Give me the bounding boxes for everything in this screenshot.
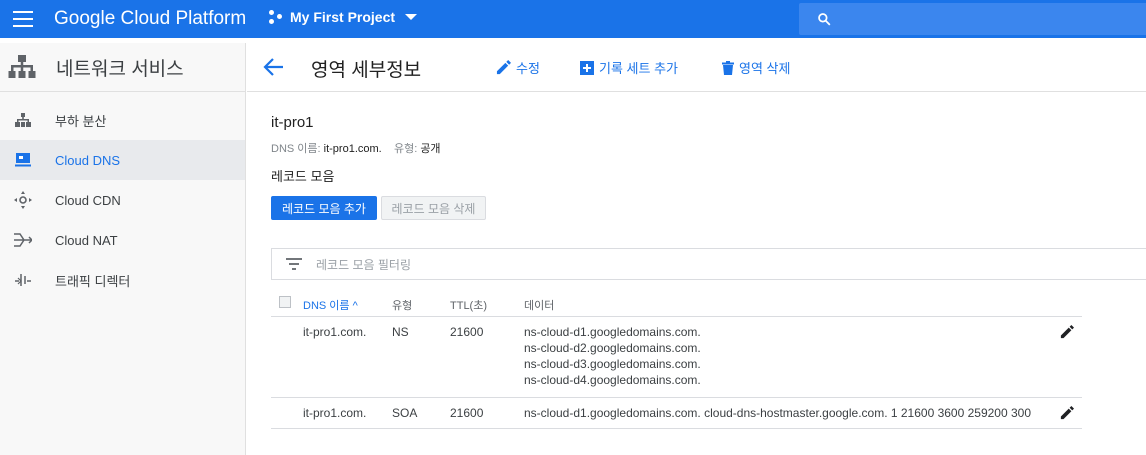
zone-name: it-pro1 [271, 114, 314, 131]
sort-ascending-icon: ^ [352, 300, 358, 312]
project-name: My First Project [290, 9, 396, 25]
add-record-set-button[interactable]: 기록 세트 추가 [580, 58, 678, 77]
sidebar: 네트워크 서비스 부하 분산 Cloud DNS Cloud CDN Cloud… [0, 43, 246, 455]
search-input[interactable] [799, 3, 1146, 35]
filter-icon [286, 258, 302, 270]
delete-record-set-button: 레코드 모음 삭제 [381, 196, 486, 220]
column-dns-name-label: DNS 이름 [303, 300, 350, 312]
zone-type-value: 공개 [420, 143, 441, 155]
column-data: 데이터 [524, 300, 555, 312]
project-icon [268, 9, 284, 25]
table-row: it-pro1.com. NS 21600 ns-cloud-d1.google… [271, 317, 1082, 398]
zone-meta: DNS 이름: it-pro1.com. 유형: 공개 [271, 140, 441, 156]
project-picker[interactable]: My First Project [268, 9, 418, 25]
zone-type-label: 유형: [393, 143, 418, 155]
record-sets-title: 레코드 모음 [271, 169, 335, 184]
cloud-nat-icon [14, 231, 32, 249]
dns-name-label: DNS 이름: [271, 143, 321, 155]
top-app-bar: Google Cloud Platform My First Project [0, 0, 1146, 38]
sidebar-header: 네트워크 서비스 [0, 43, 245, 92]
page-header: 영역 세부정보 수정 기록 세트 추가 영역 삭제 [247, 43, 1146, 92]
column-ttl: TTL(초) [450, 300, 488, 312]
column-type: 유형 [392, 300, 413, 312]
filter-placeholder: 레코드 모음 필터링 [316, 257, 411, 272]
pencil-icon [496, 60, 511, 75]
edit-zone-button[interactable]: 수정 [496, 58, 540, 77]
cell-type: NS [392, 325, 409, 339]
sidebar-item-label: Cloud DNS [55, 152, 121, 168]
search-icon [818, 13, 831, 26]
sidebar-item-label: 트래픽 디렉터 [55, 273, 131, 289]
back-arrow-icon[interactable] [263, 57, 285, 77]
record-sets-table: DNS 이름 ^ 유형 TTL(초) 데이터 it-pro1.com. NS 2… [271, 288, 1082, 429]
sidebar-item-cloud-nat[interactable]: Cloud NAT [0, 220, 245, 260]
sidebar-item-cloud-dns[interactable]: Cloud DNS [0, 140, 245, 180]
cell-ttl: 21600 [450, 406, 484, 420]
data-line: ns-cloud-d4.googledomains.com. [524, 373, 701, 387]
add-box-icon [580, 60, 594, 75]
trash-icon [722, 60, 734, 75]
cell-dns-name: it-pro1.com. [303, 325, 367, 339]
select-all-checkbox[interactable] [279, 296, 291, 308]
record-filter-input[interactable]: 레코드 모음 필터링 [271, 248, 1146, 280]
delete-zone-button[interactable]: 영역 삭제 [722, 58, 790, 77]
data-line: ns-cloud-d3.googledomains.com. [524, 357, 701, 371]
data-line: ns-cloud-d1.googledomains.com. cloud-dns… [524, 406, 1031, 420]
sidebar-item-traffic-director[interactable]: 트래픽 디렉터 [0, 260, 245, 300]
add-record-set-primary-button[interactable]: 레코드 모음 추가 [271, 196, 377, 220]
cell-data: ns-cloud-d1.googledomains.com. cloud-dns… [524, 405, 1031, 421]
cell-type: SOA [392, 406, 418, 420]
sidebar-item-cloud-cdn[interactable]: Cloud CDN [0, 180, 245, 220]
load-balancing-icon [14, 111, 32, 129]
cell-data: ns-cloud-d1.googledomains.com. ns-cloud-… [524, 324, 701, 388]
data-line: ns-cloud-d2.googledomains.com. [524, 341, 701, 355]
page-title: 영역 세부정보 [311, 60, 422, 81]
edit-record-pencil-icon[interactable] [1060, 406, 1074, 420]
add-record-set-label: 기록 세트 추가 [599, 61, 678, 76]
sidebar-item-label: Cloud CDN [55, 192, 121, 208]
edit-record-pencil-icon[interactable] [1060, 325, 1074, 339]
sidebar-item-load-balancing[interactable]: 부하 분산 [0, 100, 245, 140]
traffic-director-icon [14, 271, 32, 289]
edit-label: 수정 [516, 61, 540, 76]
chevron-down-icon [405, 14, 418, 20]
dns-name-value: it-pro1.com. [323, 143, 382, 155]
cell-dns-name: it-pro1.com. [303, 406, 367, 420]
network-services-icon [8, 55, 36, 78]
sidebar-item-label: 부하 분산 [55, 113, 107, 129]
table-header: DNS 이름 ^ 유형 TTL(초) 데이터 [271, 288, 1082, 317]
table-row: it-pro1.com. SOA 21600 ns-cloud-d1.googl… [271, 398, 1082, 429]
menu-icon[interactable] [13, 11, 33, 27]
sidebar-title: 네트워크 서비스 [56, 58, 184, 80]
cloud-cdn-icon [14, 191, 32, 209]
cloud-dns-icon [14, 151, 32, 169]
column-dns-name[interactable]: DNS 이름 ^ [303, 297, 358, 313]
cell-ttl: 21600 [450, 325, 484, 339]
delete-zone-label: 영역 삭제 [739, 61, 791, 76]
app-title[interactable]: Google Cloud Platform [54, 8, 246, 30]
sidebar-item-label: Cloud NAT [55, 232, 118, 248]
data-line: ns-cloud-d1.googledomains.com. [524, 325, 701, 339]
